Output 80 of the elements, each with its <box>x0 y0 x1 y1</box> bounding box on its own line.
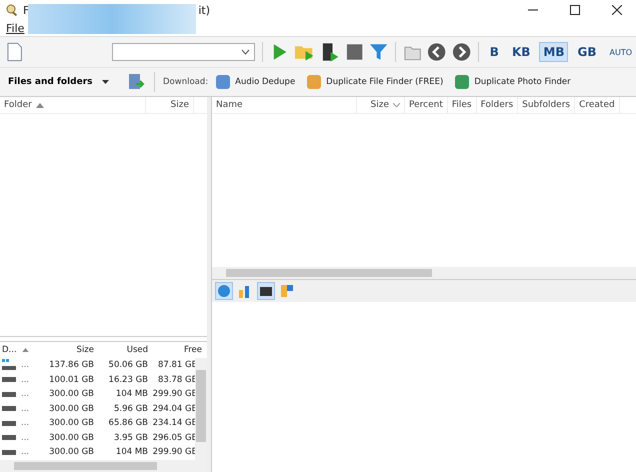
column-header[interactable]: D... <box>0 345 42 355</box>
forward-icon[interactable] <box>452 42 471 62</box>
drive-name: ... <box>21 404 30 414</box>
drive-name: ... <box>21 418 30 428</box>
vertical-scrollbar[interactable] <box>195 358 207 460</box>
unit-button[interactable]: GB <box>573 42 600 62</box>
drive-icon <box>2 406 16 412</box>
app-icon <box>453 73 472 91</box>
close-icon[interactable] <box>612 5 622 15</box>
caret-icon <box>102 80 108 84</box>
table-cell-text: 100.01 GB <box>48 374 95 385</box>
window-title: it) <box>198 4 210 16</box>
table-cell-text: 104 MB <box>114 389 149 400</box>
system-drive-icon <box>2 359 16 372</box>
column-header[interactable]: Used <box>96 345 150 355</box>
drive-name: ... <box>21 374 30 385</box>
table-cell-text: 104 MB <box>114 447 149 458</box>
column-header[interactable]: Created <box>575 97 620 113</box>
server-play-icon[interactable] <box>320 42 340 62</box>
download-label: Download: <box>163 77 208 87</box>
table-cell-text: 65.86 GB <box>108 418 149 428</box>
unit-button[interactable]: B <box>486 42 503 62</box>
column-header[interactable]: Files <box>448 97 477 113</box>
drive-name: ... <box>21 389 30 400</box>
column-header[interactable]: Size <box>357 97 405 113</box>
column-header[interactable]: Percent <box>405 97 448 113</box>
app-icon <box>214 73 232 91</box>
table-cell-text: 300.00 GB <box>48 432 95 443</box>
drive-icon <box>2 435 16 440</box>
column-header[interactable]: Subfolders <box>518 97 576 113</box>
view-dropdown[interactable]: Files and folders <box>8 77 120 87</box>
column-header[interactable]: Free <box>150 345 204 355</box>
drive-name: ... <box>21 360 30 370</box>
download-link[interactable]: Audio Dedupe <box>214 73 296 91</box>
table-cell-text: 16.23 GB <box>108 374 149 385</box>
drive-name: ... <box>21 432 30 443</box>
chart-tab[interactable] <box>257 282 275 300</box>
table-cell-text: 50.06 GB <box>108 360 149 370</box>
unit-button[interactable]: KB <box>508 42 534 62</box>
sort-icon <box>22 348 29 352</box>
path-dropdown[interactable] <box>112 43 255 61</box>
unit-button[interactable]: MB <box>539 42 568 62</box>
drive-name: ... <box>21 447 30 458</box>
column-header[interactable]: Name <box>212 97 357 113</box>
back-icon[interactable] <box>427 42 447 62</box>
menu-item[interactable]: File <box>6 22 24 34</box>
maximize-icon[interactable] <box>570 5 580 15</box>
table-cell-text: 137.86 GB <box>48 360 95 370</box>
sort-icon <box>36 102 44 108</box>
table-cell-text: 5.96 GB <box>112 404 149 414</box>
sort-icon <box>393 103 400 107</box>
picture-icon <box>259 284 273 298</box>
treemap-icon <box>280 284 294 298</box>
table-cell-text: 300.00 GB <box>48 389 95 400</box>
bar-chart-icon <box>238 284 252 298</box>
column-header[interactable]: Folders <box>476 97 518 113</box>
filter-icon[interactable] <box>368 42 388 62</box>
drive-icon <box>2 450 16 455</box>
table-cell-text: 3.95 GB <box>112 432 149 443</box>
drive-icon <box>2 392 16 397</box>
column-header[interactable]: Size <box>146 97 194 113</box>
document-icon[interactable] <box>6 42 24 62</box>
horizontal-scrollbar[interactable] <box>0 460 207 472</box>
stop-icon[interactable] <box>344 42 364 62</box>
column-header[interactable]: Folder <box>0 97 146 113</box>
unit-button[interactable]: AUTO <box>605 44 636 60</box>
drive-icon <box>2 377 16 382</box>
caret-icon <box>240 49 250 55</box>
table-cell-text: 300.00 GB <box>48 418 95 428</box>
download-link[interactable]: Duplicate Photo Finder <box>453 73 571 91</box>
drive-icon <box>2 420 16 426</box>
export-icon[interactable] <box>126 72 146 92</box>
download-link[interactable]: Duplicate File Finder (FREE) <box>305 73 444 91</box>
column-header[interactable]: Size <box>42 345 96 355</box>
pie-chart-icon <box>217 284 231 298</box>
app-icon <box>5 3 19 17</box>
horizontal-scrollbar[interactable] <box>212 267 636 279</box>
table-cell-text: 300.00 GB <box>48 404 95 414</box>
app-icon <box>305 73 324 91</box>
table-cell-text: 300.00 GB <box>48 447 95 458</box>
